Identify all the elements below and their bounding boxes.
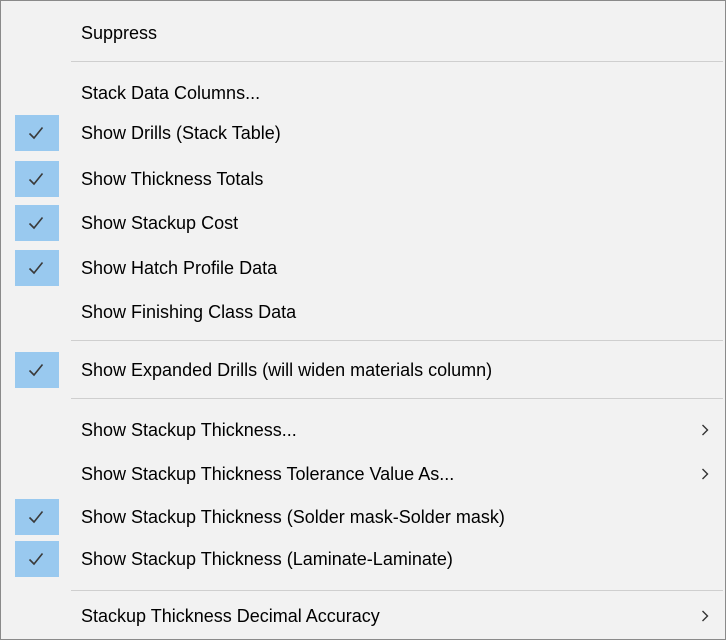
- menu-item-show-expanded-drills[interactable]: Show Expanded Drills (will widen materia…: [1, 352, 725, 388]
- menu-item-show-stackup-thickness-solder-mask[interactable]: Show Stackup Thickness (Solder mask-Sold…: [1, 499, 725, 535]
- menu-item-show-thickness-totals[interactable]: Show Thickness Totals: [1, 161, 725, 197]
- menu-item-label: Show Drills (Stack Table): [81, 123, 281, 143]
- menu-item-show-stackup-cost[interactable]: Show Stackup Cost: [1, 205, 725, 241]
- menu-item-stack-data-columns[interactable]: Stack Data Columns...: [1, 75, 725, 111]
- check-icon: [15, 115, 59, 151]
- menu-item-label: Show Thickness Totals: [81, 169, 264, 189]
- chevron-right-icon: [699, 456, 715, 492]
- chevron-right-icon: [699, 412, 715, 448]
- menu-item-label: Show Stackup Thickness...: [81, 420, 297, 440]
- menu-separator: [71, 340, 723, 341]
- menu-item-label: Show Stackup Thickness Tolerance Value A…: [81, 464, 455, 484]
- menu-item-label: Suppress: [81, 23, 158, 43]
- menu-item-label: Show Stackup Thickness (Laminate-Laminat…: [81, 549, 453, 569]
- menu-item-label: Stackup Thickness Decimal Accuracy: [81, 606, 380, 626]
- check-icon: [15, 352, 59, 388]
- menu-item-show-hatch-profile-data[interactable]: Show Hatch Profile Data: [1, 250, 725, 286]
- check-icon: [15, 499, 59, 535]
- check-icon: [15, 250, 59, 286]
- context-menu: Suppress Stack Data Columns... Show Dril…: [0, 0, 726, 640]
- menu-separator: [71, 61, 723, 62]
- menu-item-label: Show Stackup Thickness (Solder mask-Sold…: [81, 507, 505, 527]
- menu-item-show-finishing-class-data[interactable]: Show Finishing Class Data: [1, 294, 725, 330]
- menu-item-show-drills[interactable]: Show Drills (Stack Table): [1, 115, 725, 151]
- menu-item-label: Show Stackup Cost: [81, 213, 239, 233]
- menu-item-show-stackup-thickness[interactable]: Show Stackup Thickness...: [1, 412, 725, 448]
- check-icon: [15, 205, 59, 241]
- check-icon: [15, 161, 59, 197]
- menu-item-show-stackup-thickness-laminate[interactable]: Show Stackup Thickness (Laminate-Laminat…: [1, 541, 725, 577]
- menu-item-suppress[interactable]: Suppress: [1, 15, 725, 51]
- menu-separator: [71, 398, 723, 399]
- menu-item-label: Stack Data Columns...: [81, 83, 261, 103]
- check-icon: [15, 541, 59, 577]
- menu-separator: [71, 590, 723, 591]
- menu-item-label: Show Hatch Profile Data: [81, 258, 278, 278]
- menu-item-label: Show Expanded Drills (will widen materia…: [81, 360, 493, 380]
- chevron-right-icon: [699, 598, 715, 634]
- menu-item-show-stackup-thickness-tolerance[interactable]: Show Stackup Thickness Tolerance Value A…: [1, 456, 725, 492]
- menu-item-label: Show Finishing Class Data: [81, 302, 297, 322]
- menu-item-stackup-thickness-decimal-accuracy[interactable]: Stackup Thickness Decimal Accuracy: [1, 598, 725, 634]
